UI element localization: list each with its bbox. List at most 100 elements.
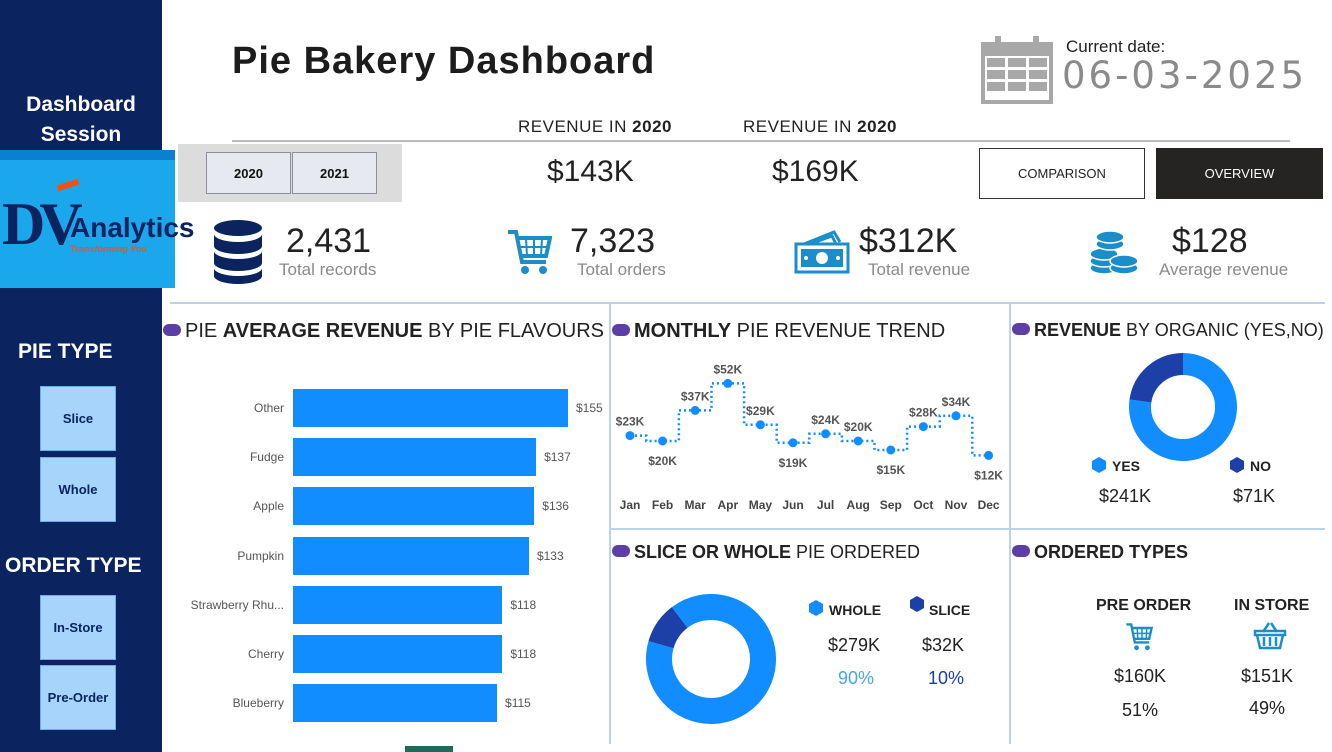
revenue-a-label: REVENUE IN 2020 [518, 117, 672, 136]
panel-divider-v1 [609, 302, 611, 744]
bar-category-label: Cherry [247, 647, 284, 661]
trend-value-label: $28K [909, 406, 938, 420]
month-tick-label: Mar [685, 498, 707, 512]
month-tick-label: Oct [913, 498, 933, 512]
comparison-button[interactable]: COMPARISON [979, 148, 1145, 199]
bar[interactable] [293, 487, 535, 526]
avg-revenue-title: PIE AVERAGE REVENUE BY PIE FLAVOURS [163, 320, 604, 343]
donut-slice-no[interactable] [1129, 353, 1184, 404]
bar-category-label: Strawberry Rhu... [190, 597, 284, 612]
order-type-label: ORDER TYPE [5, 554, 142, 577]
month-tick-label: Apr [717, 498, 738, 512]
panel-divider-v2 [1009, 302, 1011, 744]
revenue-a-value: $143K [547, 155, 634, 188]
total-records-label: Total records [279, 260, 377, 279]
sidebar-title-line2: Session [40, 123, 122, 146]
trend-value-label: $24K [811, 413, 840, 427]
bar[interactable] [293, 635, 503, 673]
panel-divider-mid [610, 528, 1325, 530]
whole-legend-hex-icon [809, 600, 823, 616]
trend-value-label: $15K [876, 463, 905, 477]
month-tick-label: Sep [880, 498, 902, 512]
bar[interactable] [293, 389, 568, 427]
in-store-filter-button[interactable]: In-Store [40, 595, 116, 660]
slice-percent: 10% [928, 668, 965, 688]
month-tick-label: Feb [652, 498, 673, 512]
organic-no-value: $71K [1233, 486, 1276, 506]
slice-label: SLICE [929, 602, 971, 618]
trend-value-label: $12K [974, 468, 1003, 482]
bar-category-label: Blueberry [232, 696, 284, 711]
trend-value-label: $52K [713, 362, 742, 376]
trend-point[interactable] [755, 420, 765, 430]
shopping-cart-icon [1126, 623, 1154, 651]
trend-value-label: $19K [779, 456, 808, 470]
total-revenue-label: Total revenue [868, 260, 971, 279]
trend-point[interactable] [853, 436, 863, 446]
page-tab-indicator [405, 746, 453, 752]
slice-value: $32K [922, 635, 965, 655]
company-logo: DV Analytics Transforming You [0, 150, 195, 288]
trend-point[interactable] [723, 378, 733, 388]
pie-type-label: PIE TYPE [18, 340, 113, 363]
trend-point[interactable] [984, 450, 994, 460]
trend-value-label: $29K [746, 404, 775, 418]
coins-icon [1089, 230, 1139, 275]
bar-value-label: $118 [510, 647, 537, 661]
sidebar-title: Dashboard Session [0, 90, 162, 150]
bar[interactable] [293, 585, 503, 624]
trend-point[interactable] [951, 411, 961, 421]
organic-no-label: NO [1250, 458, 1271, 474]
bar[interactable] [293, 536, 529, 575]
organic-title: REVENUE BY ORGANIC (YES,NO) [1012, 320, 1324, 341]
trend-point[interactable] [821, 429, 831, 439]
organic-yes-label: YES [1112, 458, 1141, 474]
page-title: Pie Bakery Dashboard [232, 40, 656, 82]
whole-percent: 90% [838, 668, 875, 688]
donut-slice-slice[interactable] [648, 607, 689, 649]
trend-point[interactable] [886, 445, 896, 455]
revenue-b-value: $169K [772, 155, 859, 188]
year-2020-button[interactable]: 2020 [206, 152, 291, 194]
in-store-value: $151K [1241, 666, 1294, 686]
title-bullet-icon [1012, 323, 1030, 335]
cash-icon [794, 230, 850, 274]
pre-order-filter-button[interactable]: Pre-Order [40, 665, 116, 730]
trend-point[interactable] [788, 438, 798, 448]
slice-whole-donut-chart [646, 594, 776, 724]
in-store-percent: 49% [1249, 698, 1286, 718]
bar[interactable] [293, 438, 537, 477]
logo-tagline: Transforming You [70, 244, 147, 254]
trend-point[interactable] [690, 405, 700, 415]
slice-filter-button[interactable]: Slice [40, 386, 116, 451]
whole-value: $279K [828, 635, 881, 655]
logo-swoosh [56, 178, 80, 192]
slice-whole-title: SLICE OR WHOLE PIE ORDERED [612, 542, 920, 563]
in-store-label: IN STORE [1234, 597, 1310, 614]
bar[interactable] [293, 684, 498, 723]
bar-value-label: $118 [510, 597, 537, 612]
trend-value-label: $23K [616, 415, 645, 429]
title-bullet-icon [612, 324, 630, 336]
pre-order-label: PRE ORDER [1096, 597, 1192, 614]
total-orders-label: Total orders [577, 260, 666, 279]
title-bullet-icon [612, 545, 630, 557]
bar-category-label: Other [253, 401, 284, 415]
bar-value-label: $115 [505, 696, 531, 711]
overview-button[interactable]: OVERVIEW [1156, 148, 1323, 199]
pre-order-percent: 51% [1122, 700, 1159, 720]
trend-point[interactable] [658, 436, 668, 446]
whole-filter-button[interactable]: Whole [40, 457, 116, 522]
monthly-trend-title: MONTHLY PIE REVENUE TREND [612, 320, 945, 343]
average-revenue-value: $128 [1172, 222, 1248, 260]
month-tick-label: Aug [847, 498, 870, 512]
organic-donut-chart [1129, 353, 1237, 461]
trend-value-label: $20K [648, 454, 677, 468]
average-revenue-label: Average revenue [1159, 260, 1289, 279]
month-tick-label: Dec [978, 498, 1000, 512]
trend-point[interactable] [918, 422, 928, 432]
trend-point[interactable] [625, 431, 635, 441]
pre-order-value: $160K [1114, 666, 1167, 686]
sidebar-title-line1: Dashboard [26, 93, 136, 116]
year-2021-button[interactable]: 2021 [292, 152, 377, 194]
